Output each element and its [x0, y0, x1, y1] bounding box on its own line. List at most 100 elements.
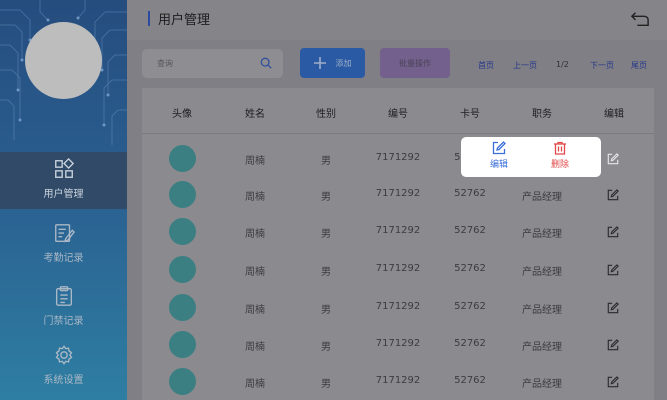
note-edit-icon — [54, 224, 75, 243]
trash-icon — [554, 141, 566, 155]
edit-icon — [492, 141, 506, 155]
cell-card: 52762 — [454, 375, 486, 386]
pager-prev[interactable]: 上一页 — [513, 60, 537, 71]
cell-name: 周楠 — [245, 156, 265, 167]
cell-id: 7171292 — [375, 338, 421, 349]
pager-first[interactable]: 首页 — [478, 60, 494, 71]
avatar — [169, 294, 196, 321]
cell-gender: 男 — [321, 342, 331, 353]
edit-icon[interactable] — [607, 302, 619, 314]
avatar — [169, 218, 196, 245]
batch-button-label: 批量操作 — [399, 58, 431, 68]
cell-name: 周楠 — [245, 267, 265, 278]
search-icon[interactable] — [260, 57, 272, 69]
avatar — [169, 256, 196, 283]
sidebar-item-access[interactable]: 门禁记录 — [0, 279, 127, 336]
cell-name: 周楠 — [245, 229, 265, 240]
cell-id: 7171292 — [375, 263, 421, 274]
avatar — [169, 145, 196, 172]
cell-name: 周楠 — [245, 342, 265, 353]
cell-gender: 男 — [321, 192, 331, 203]
popup-edit-button[interactable]: 编辑 — [474, 141, 524, 175]
cell-title: 产品经理 — [522, 342, 562, 353]
search-input[interactable]: 查询 — [142, 49, 283, 78]
title-accent — [148, 11, 150, 26]
cell-title: 产品经理 — [522, 267, 562, 278]
table-row: 周楠 男 7171292 52762 产品经理 — [142, 363, 654, 400]
avatar — [169, 181, 196, 208]
cell-id: 7171292 — [375, 225, 421, 236]
user-table: 头像 姓名 性别 编号 卡号 职务 编辑 周楠 男 7171292 52762 … — [142, 88, 654, 400]
sidebar-item-settings[interactable]: 系统设置 — [0, 338, 127, 395]
cell-id: 7171292 — [375, 152, 421, 163]
pager-count: 1/2 — [556, 60, 569, 69]
cell-gender: 男 — [321, 379, 331, 390]
sidebar-item-label: 门禁记录 — [43, 316, 84, 327]
table-row: 周楠 男 7171292 52762 产品经理 — [142, 326, 654, 364]
profile-avatar[interactable] — [25, 22, 102, 99]
cell-title: 产品经理 — [522, 192, 562, 203]
cell-gender: 男 — [321, 267, 331, 278]
column-header-title: 职务 — [532, 109, 552, 120]
column-header-name: 姓名 — [245, 109, 265, 120]
gear-icon — [55, 345, 72, 365]
cell-card: 52762 — [454, 301, 486, 312]
apps-icon — [54, 158, 74, 178]
cell-title: 产品经理 — [522, 229, 562, 240]
cell-name: 周楠 — [245, 192, 265, 203]
cell-id: 7171292 — [375, 375, 421, 386]
top-bar: 用户管理 — [127, 0, 667, 40]
cell-id: 7171292 — [375, 301, 421, 312]
edit-icon[interactable] — [607, 339, 619, 351]
cell-name: 周楠 — [245, 379, 265, 390]
pager-last[interactable]: 尾页 — [631, 60, 647, 71]
sidebar: 用户管理 考勤记录 门禁记录 系统设置 — [0, 0, 127, 400]
cell-card: 52762 — [454, 338, 486, 349]
cell-card: 52762 — [454, 263, 486, 274]
table-row: 周楠 男 7171292 52762 产品经理 — [142, 176, 654, 214]
row-action-popup: 编辑 删除 — [461, 137, 601, 177]
add-button-label: 添加 — [335, 58, 352, 68]
edit-icon[interactable] — [607, 189, 619, 201]
main-content: 用户管理 查询 添加 批量操作 首页 上一页 1/2 下一页 尾页 头像 姓名 … — [127, 0, 667, 400]
column-header-edit: 编辑 — [604, 109, 624, 120]
cell-card: 52762 — [454, 188, 486, 199]
popup-delete-button[interactable]: 删除 — [535, 141, 585, 175]
avatar — [169, 368, 196, 395]
cell-gender: 男 — [321, 305, 331, 316]
cell-title: 产品经理 — [522, 305, 562, 316]
cell-gender: 男 — [321, 229, 331, 240]
edit-icon[interactable] — [607, 264, 619, 276]
sidebar-item-attendance[interactable]: 考勤记录 — [0, 216, 127, 273]
cell-card: 52762 — [454, 225, 486, 236]
column-header-gender: 性别 — [316, 109, 336, 120]
column-header-card: 卡号 — [460, 109, 480, 120]
popup-delete-label: 删除 — [550, 160, 569, 170]
table-row: 周楠 男 7171292 52762 产品经理 — [142, 251, 654, 289]
avatar — [169, 331, 196, 358]
cell-id: 7171292 — [375, 188, 421, 199]
sidebar-item-label: 系统设置 — [43, 375, 84, 386]
column-header-id: 编号 — [388, 109, 408, 120]
column-header-avatar: 头像 — [172, 109, 192, 120]
edit-icon[interactable] — [607, 376, 619, 388]
batch-operation-button[interactable]: 批量操作 — [380, 48, 450, 78]
add-button[interactable]: 添加 — [300, 48, 365, 78]
plus-icon — [313, 57, 326, 69]
sidebar-item-users[interactable]: 用户管理 — [0, 152, 127, 209]
popup-edit-label: 编辑 — [489, 160, 508, 170]
sidebar-item-label: 考勤记录 — [43, 253, 84, 264]
page-title: 用户管理 — [158, 13, 211, 28]
table-row: 周楠 男 7171292 52762 产品经理 — [142, 213, 654, 251]
table-row: 周楠 男 7171292 52762 产品经理 — [142, 289, 654, 327]
pager-next[interactable]: 下一页 — [590, 60, 614, 71]
back-icon[interactable] — [630, 10, 650, 28]
cell-name: 周楠 — [245, 305, 265, 316]
clipboard-icon — [55, 286, 72, 306]
sidebar-item-label: 用户管理 — [43, 189, 84, 200]
cell-gender: 男 — [321, 156, 331, 167]
cell-title: 产品经理 — [522, 379, 562, 390]
table-header: 头像 姓名 性别 编号 卡号 职务 编辑 — [142, 88, 654, 134]
edit-icon[interactable] — [607, 153, 619, 165]
edit-icon[interactable] — [607, 226, 619, 238]
